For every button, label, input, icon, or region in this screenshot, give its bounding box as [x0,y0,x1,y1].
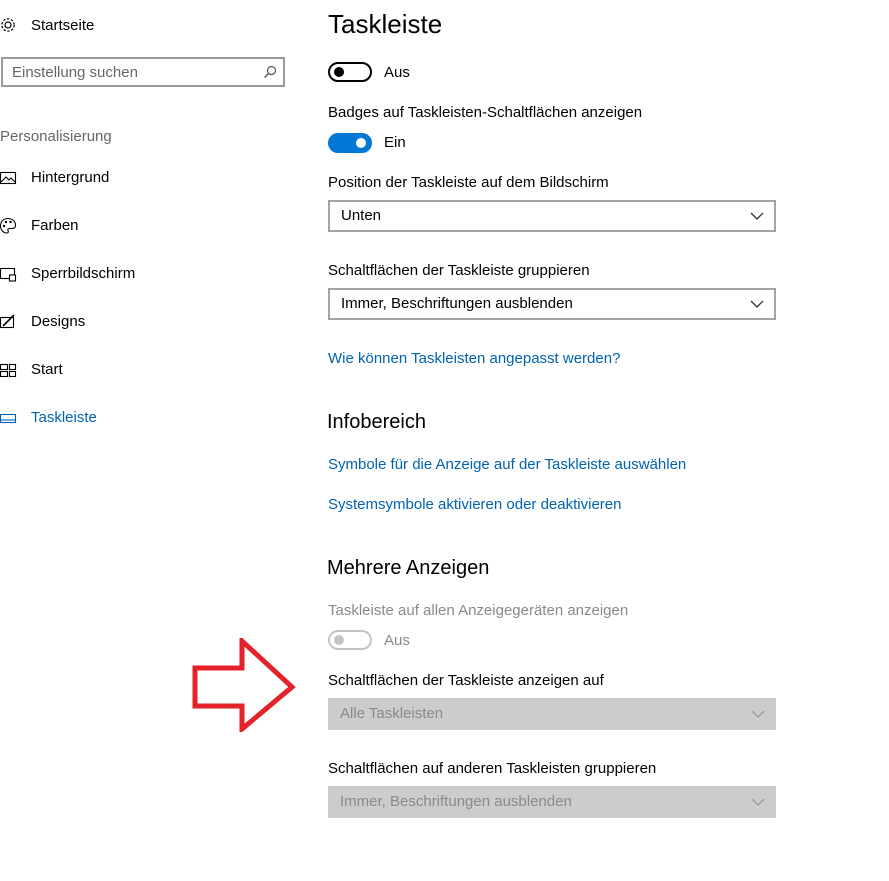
toggle-state: Ein [384,134,406,151]
sidebar-item-label: Farben [31,217,79,234]
show-buttons-on-label: Schaltflächen der Taskleiste anzeigen au… [328,672,604,689]
select-icons-link[interactable]: Symbole für die Anzeige auf der Taskleis… [328,456,686,473]
system-icons-link[interactable]: Systemsymbole aktivieren oder deaktivier… [328,496,621,513]
chevron-down-icon [751,710,765,718]
sidebar-item-label: Taskleiste [31,409,97,426]
dropdown-value: Immer, Beschriftungen ausblenden [340,793,572,810]
search-icon[interactable] [263,65,277,79]
toggle-state: Aus [384,632,410,649]
group-label: Schaltflächen der Taskleiste gruppieren [328,262,590,279]
dropdown-value: Alle Taskleisten [340,705,444,722]
badges-label: Badges auf Taskleisten-Schaltflächen anz… [328,104,643,121]
multiple-displays-heading: Mehrere Anzeigen [327,557,490,579]
chevron-down-icon [750,300,764,308]
taskbar-icon [0,413,17,424]
dropdown-value: Immer, Beschriftungen ausblenden [341,295,573,312]
toggle-knob [334,635,344,645]
toggle-knob [356,138,366,148]
home-label: Startseite [31,17,95,34]
group-other-label: Schaltflächen auf anderen Taskleisten gr… [328,760,657,777]
chevron-down-icon [751,798,765,806]
toggle-state: Aus [384,64,410,81]
show-all-displays-label: Taskleiste auf allen Anzeigegeräten anze… [328,602,629,619]
toggle-knob [334,67,344,77]
sidebar-item-label: Sperrbildschirm [31,265,136,282]
group-other-dropdown[interactable]: Immer, Beschriftungen ausblenden [328,786,776,818]
section-title: Personalisierung [0,128,112,145]
gear-icon [1,18,15,32]
position-label: Position der Taskleiste auf dem Bildschi… [328,174,609,191]
annotation-arrow-icon [192,638,296,732]
search-input[interactable] [3,59,262,85]
sidebar-item-label: Designs [31,313,86,330]
dropdown-value: Unten [341,207,382,224]
help-link[interactable]: Wie können Taskleisten angepasst werden? [328,350,620,367]
themes-icon [0,314,15,329]
sidebar-item-label: Hintergrund [31,169,110,186]
notification-area-heading: Infobereich [327,411,426,433]
palette-icon [0,217,17,234]
page-title: Taskleiste [328,9,443,39]
picture-icon [0,171,17,185]
show-all-displays-toggle[interactable] [328,630,372,650]
group-dropdown[interactable]: Immer, Beschriftungen ausblenden [328,288,776,320]
show-buttons-on-dropdown[interactable]: Alle Taskleisten [328,698,776,730]
sidebar-item-label: Start [31,361,63,378]
lock-screen-icon [0,267,17,282]
start-tiles-icon [0,363,17,378]
chevron-down-icon [750,212,764,220]
taskbar-lock-toggle[interactable] [328,62,372,82]
badges-toggle[interactable] [328,133,372,153]
search-box[interactable] [1,57,285,87]
position-dropdown[interactable]: Unten [328,200,776,232]
